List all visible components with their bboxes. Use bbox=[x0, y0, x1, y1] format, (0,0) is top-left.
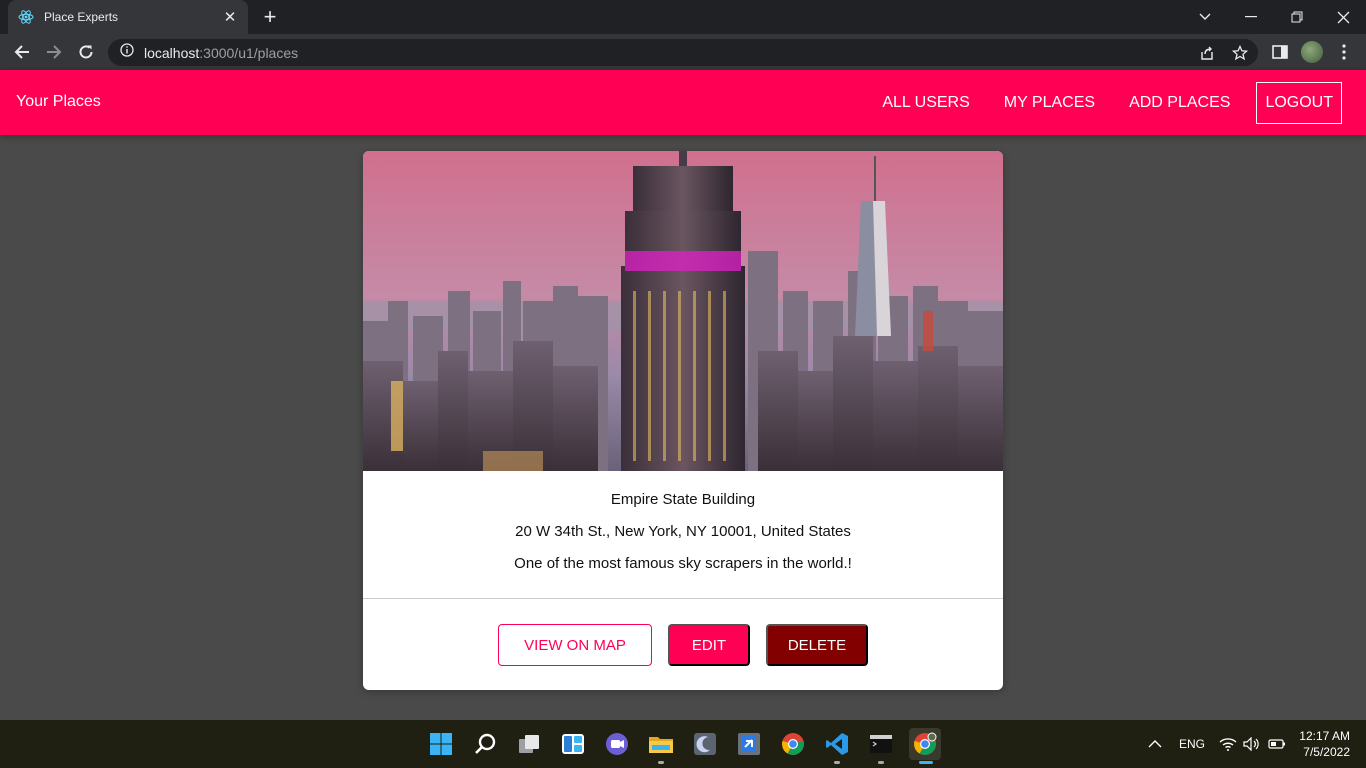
chrome-icon[interactable] bbox=[777, 728, 809, 760]
url-host: localhost bbox=[144, 44, 200, 61]
delete-button[interactable]: DELETE bbox=[766, 624, 868, 666]
battery-icon[interactable] bbox=[1268, 720, 1286, 768]
clock-date: 7/5/2022 bbox=[1303, 745, 1350, 759]
volume-icon[interactable] bbox=[1243, 720, 1261, 768]
share-icon[interactable] bbox=[1195, 39, 1219, 66]
back-icon[interactable] bbox=[10, 40, 34, 64]
os-taskbar: ENG 12:17 AM 7/5/2022 bbox=[0, 720, 1366, 768]
running-indicator bbox=[834, 761, 840, 764]
chrome-profile-icon[interactable] bbox=[909, 728, 941, 760]
browser-menu-icon[interactable] bbox=[1332, 40, 1356, 64]
system-clock[interactable]: 12:17 AM 7/5/2022 bbox=[1299, 728, 1350, 760]
running-indicator bbox=[878, 761, 884, 764]
profile-avatar[interactable] bbox=[1300, 40, 1324, 64]
tab-title: Place Experts bbox=[44, 10, 119, 24]
active-indicator bbox=[919, 761, 933, 764]
bookmark-star-icon[interactable] bbox=[1228, 39, 1252, 66]
nav-add-places[interactable]: ADD PLACES bbox=[1112, 82, 1247, 124]
brand-link[interactable]: Your Places bbox=[16, 93, 101, 111]
vscode-icon[interactable] bbox=[821, 728, 853, 760]
reload-icon[interactable] bbox=[74, 40, 98, 64]
widgets-icon[interactable] bbox=[557, 728, 589, 760]
side-panel-icon[interactable] bbox=[1268, 40, 1292, 64]
place-info: Empire State Building 20 W 34th St., New… bbox=[363, 471, 1003, 599]
clock-time: 12:17 AM bbox=[1299, 729, 1350, 743]
nav-my-places[interactable]: MY PLACES bbox=[987, 82, 1112, 124]
view-on-map-button[interactable]: VIEW ON MAP bbox=[498, 624, 652, 666]
close-window-icon[interactable] bbox=[1320, 0, 1366, 34]
logout-button[interactable]: LOGOUT bbox=[1256, 82, 1342, 124]
app-header: Your Places ALL USERS MY PLACES ADD PLAC… bbox=[0, 70, 1366, 135]
nav-all-users[interactable]: ALL USERS bbox=[865, 82, 986, 124]
url-text: localhost:3000/u1/places bbox=[144, 45, 298, 61]
place-actions: VIEW ON MAP EDIT DELETE bbox=[363, 599, 1003, 690]
place-image bbox=[363, 151, 1003, 471]
new-tab-icon[interactable]: + bbox=[258, 5, 282, 29]
file-explorer-icon[interactable] bbox=[645, 728, 677, 760]
address-bar[interactable]: localhost:3000/u1/places bbox=[108, 39, 1258, 66]
browser-toolbar: localhost:3000/u1/places bbox=[0, 34, 1366, 70]
windows-start-icon[interactable] bbox=[425, 728, 457, 760]
browser-tab[interactable]: Place Experts ✕ bbox=[8, 0, 248, 34]
main-nav: ALL USERS MY PLACES ADD PLACES LOGOUT bbox=[865, 82, 1342, 124]
show-hidden-icons-icon[interactable] bbox=[1148, 720, 1162, 768]
place-card: Empire State Building 20 W 34th St., New… bbox=[363, 151, 1003, 690]
place-address: 20 W 34th St., New York, NY 10001, Unite… bbox=[515, 523, 851, 540]
teams-chat-icon[interactable] bbox=[601, 728, 633, 760]
forward-icon[interactable] bbox=[42, 40, 66, 64]
restore-icon[interactable] bbox=[1274, 0, 1320, 34]
site-info-icon[interactable] bbox=[120, 43, 134, 62]
terminal-icon[interactable] bbox=[865, 728, 897, 760]
minimize-icon[interactable] bbox=[1228, 0, 1274, 34]
react-favicon-icon bbox=[18, 9, 34, 25]
url-path: :3000/u1/places bbox=[199, 44, 299, 61]
tab-search-icon[interactable] bbox=[1182, 0, 1228, 34]
wifi-icon[interactable] bbox=[1219, 720, 1237, 768]
place-description: One of the most famous sky scrapers in t… bbox=[514, 555, 852, 572]
browser-tabbar: Place Experts ✕ + bbox=[0, 0, 1366, 34]
search-icon[interactable] bbox=[469, 728, 501, 760]
language-indicator[interactable]: ENG bbox=[1179, 720, 1205, 768]
running-indicator bbox=[658, 761, 664, 764]
tab-close-icon[interactable]: ✕ bbox=[222, 8, 238, 26]
task-view-icon[interactable] bbox=[513, 728, 545, 760]
place-title: Empire State Building bbox=[610, 491, 756, 508]
edit-button[interactable]: EDIT bbox=[668, 624, 750, 666]
moon-app-icon[interactable] bbox=[689, 728, 721, 760]
editor-app-icon[interactable] bbox=[733, 728, 765, 760]
